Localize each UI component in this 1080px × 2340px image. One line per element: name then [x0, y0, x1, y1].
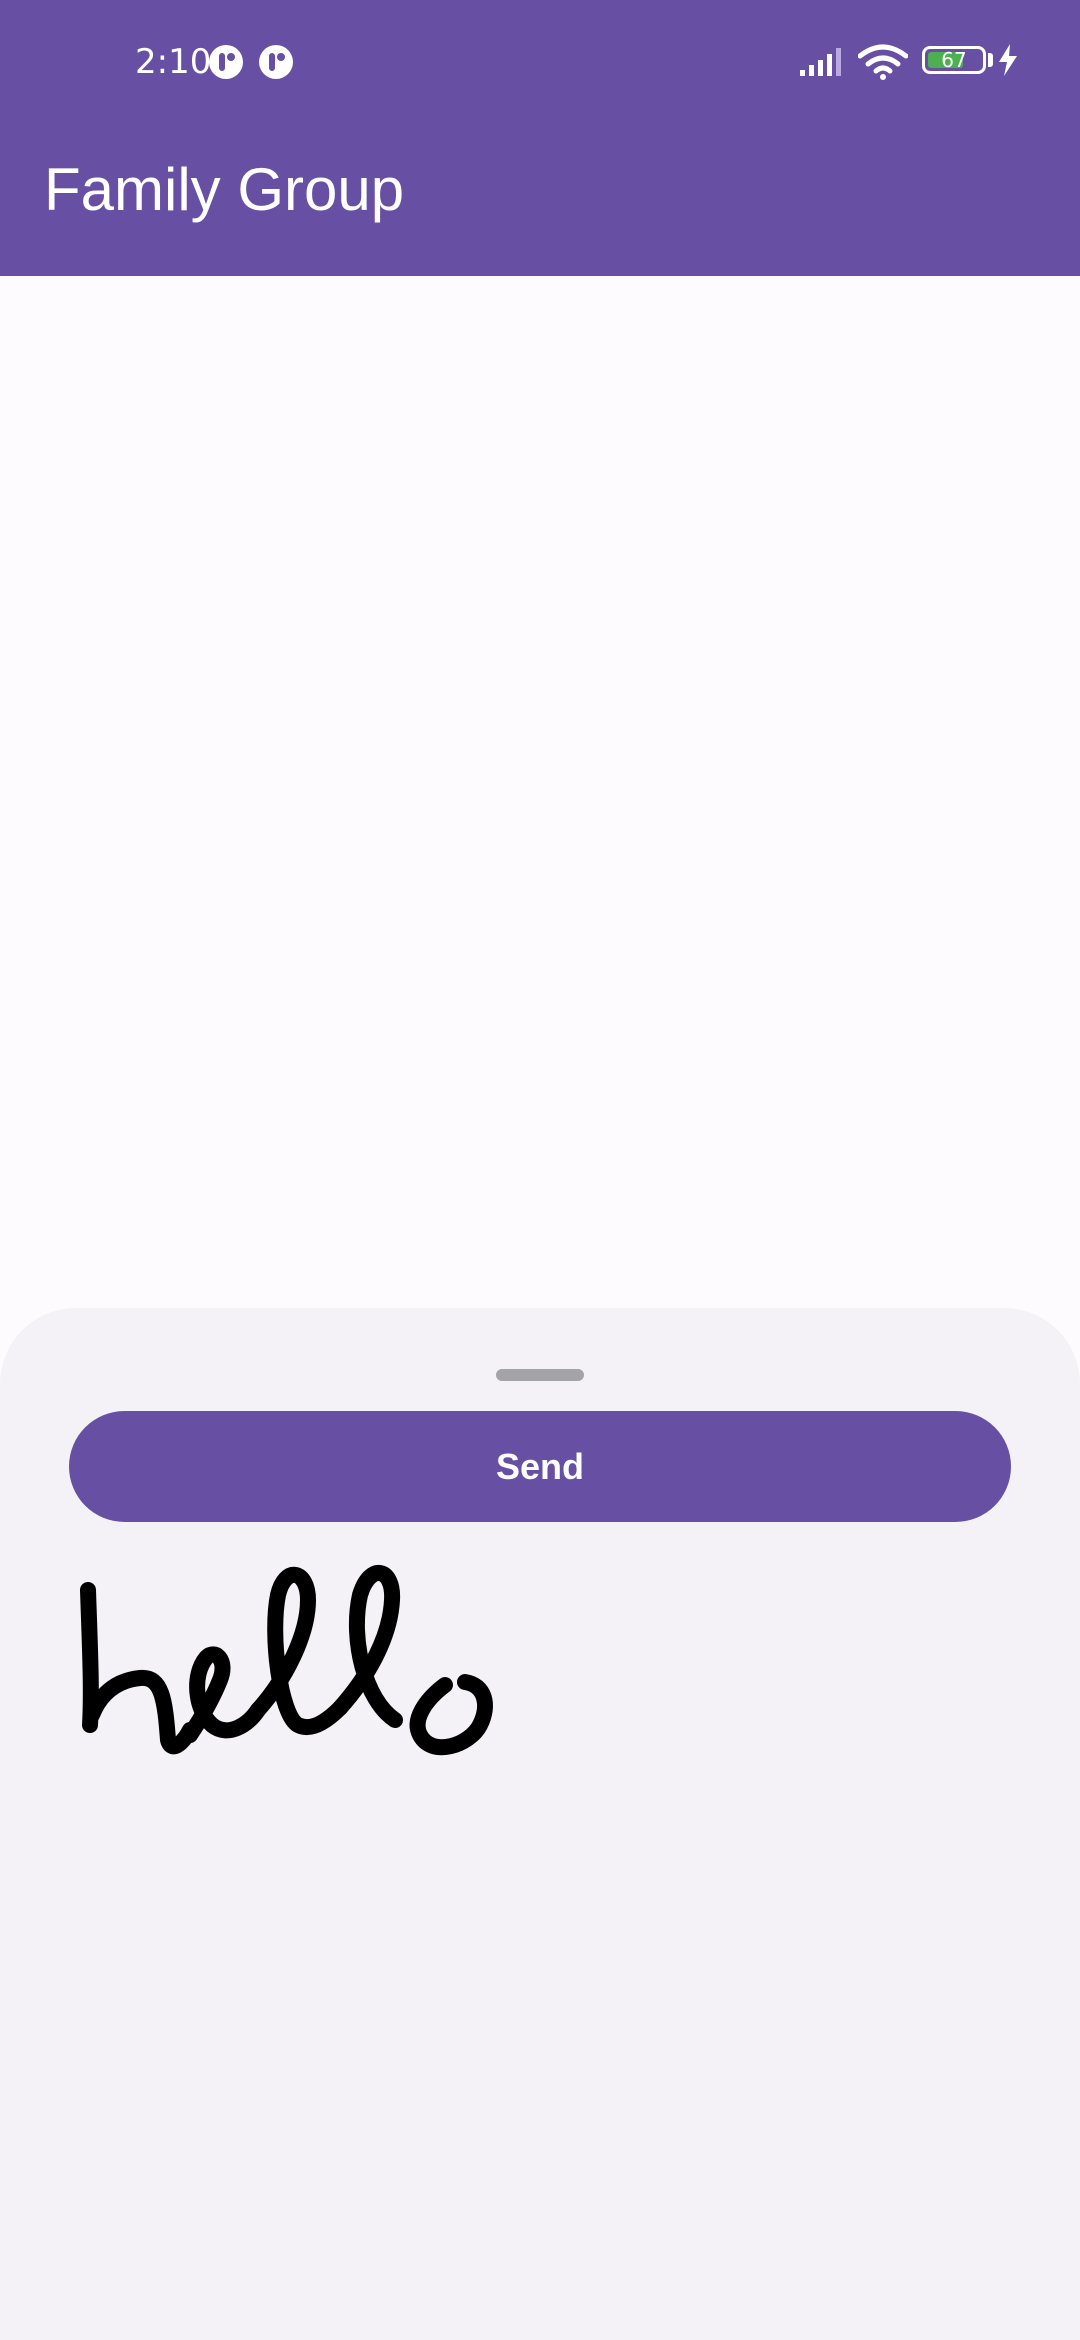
- wifi-icon: [858, 44, 908, 80]
- battery-tip: [988, 53, 993, 67]
- stroke-o: [409, 1674, 493, 1756]
- battery-level: 67: [941, 48, 967, 72]
- page-title: Family Group: [44, 156, 405, 223]
- stroke-l1: [250, 1567, 348, 1735]
- stroke-e: [182, 1646, 266, 1743]
- app-bar: 2:10 67 Family Group: [0, 0, 1080, 276]
- drag-handle[interactable]: [496, 1369, 584, 1381]
- battery-icon: 67: [922, 46, 986, 74]
- main-content-area: [0, 276, 1080, 1308]
- status-time: 2:10: [135, 42, 212, 82]
- notification-icon: [259, 45, 293, 79]
- send-button[interactable]: Send: [69, 1411, 1011, 1522]
- handwritten-hello-strokes: [80, 1565, 493, 1756]
- drawing-canvas[interactable]: [40, 1540, 1040, 2300]
- stroke-h-arch: [84, 1669, 198, 1755]
- signal-icon: [800, 48, 841, 76]
- charging-bolt-icon: [999, 44, 1017, 76]
- notification-icon: [209, 45, 243, 79]
- stroke-l2: [332, 1565, 403, 1728]
